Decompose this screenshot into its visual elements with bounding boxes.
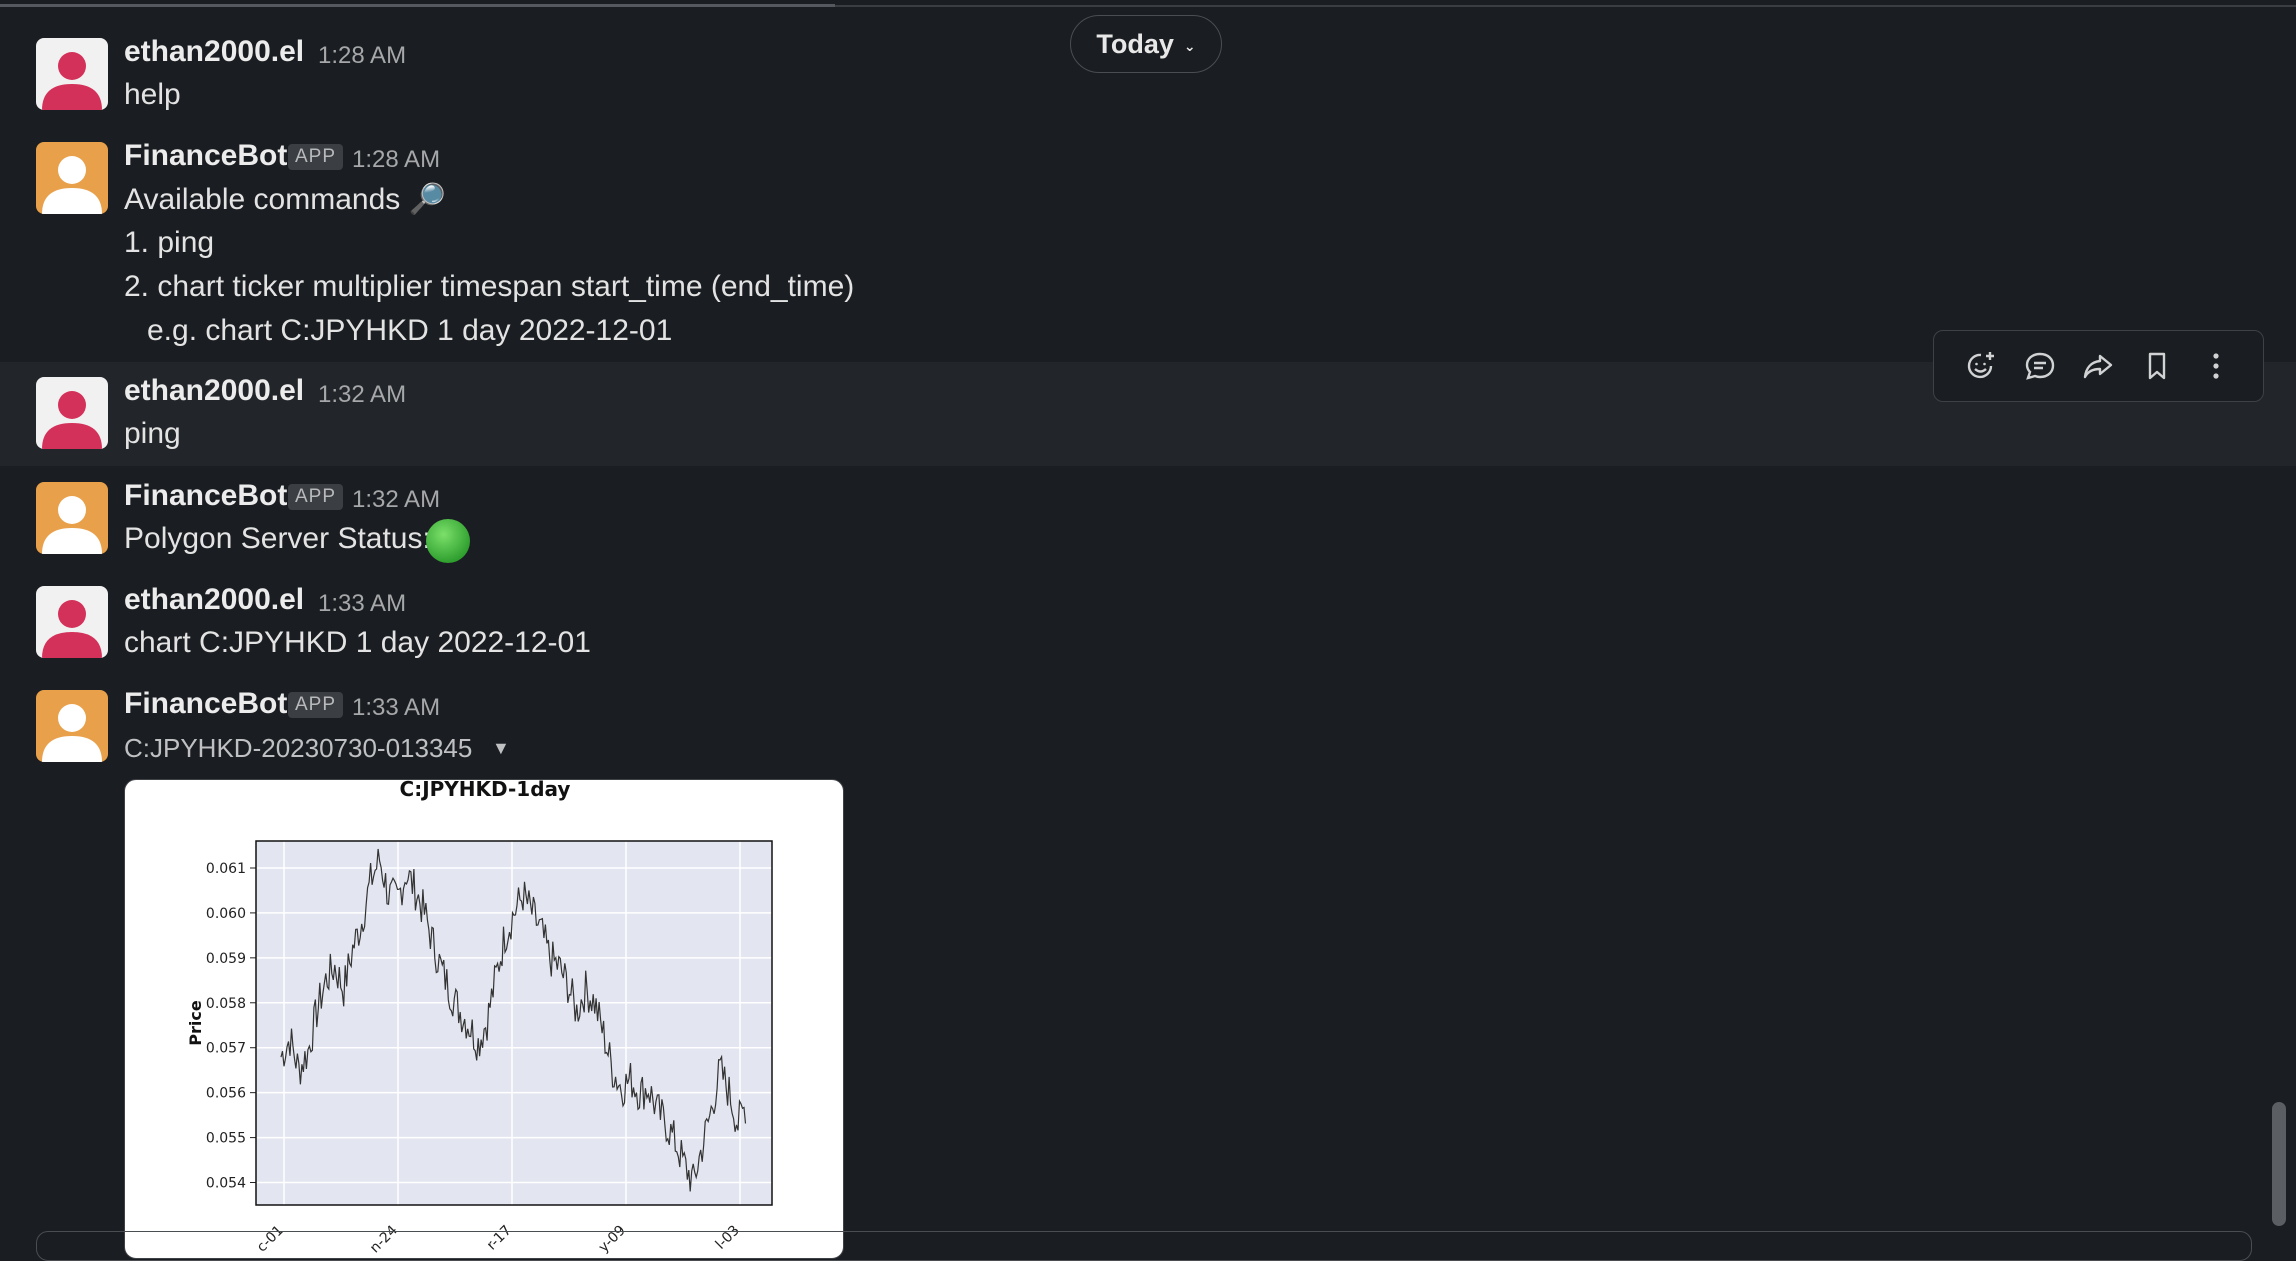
- add-reaction-icon[interactable]: [1959, 344, 2003, 388]
- user-avatar-icon: [42, 52, 102, 110]
- message-author[interactable]: FinanceBot: [124, 687, 287, 721]
- y-tick-label: 0.057: [206, 1041, 246, 1057]
- app-badge: APP: [288, 484, 344, 510]
- green-circle-icon: [426, 519, 470, 563]
- chart-image[interactable]: c-01 n-24 r-17 y-09 l-03 0.061 0.060 0.059 0.058…: [124, 779, 844, 1259]
- message-time[interactable]: 1:28 AM: [318, 42, 406, 70]
- avatar[interactable]: [36, 482, 108, 554]
- y-tick-label: 0.054: [206, 1176, 246, 1192]
- message-author[interactable]: FinanceBot: [124, 139, 287, 173]
- message-composer[interactable]: [36, 1231, 2252, 1261]
- message-time[interactable]: 1:33 AM: [318, 590, 406, 618]
- plot-area: [256, 841, 772, 1205]
- message-author[interactable]: FinanceBot: [124, 479, 287, 513]
- app-badge: APP: [288, 692, 344, 718]
- caret-down-icon[interactable]: ▼: [492, 738, 510, 759]
- app-badge: APP: [288, 144, 344, 170]
- bot-avatar-icon: [42, 156, 102, 214]
- message: FinanceBot APP 1:33 AM: [0, 682, 2296, 782]
- user-avatar-icon: [42, 391, 102, 449]
- price-chart: c-01 n-24 r-17 y-09 l-030.0610.0600.0590.058…: [186, 780, 773, 1256]
- y-tick-label: 0.056: [206, 1086, 246, 1102]
- message: ethan2000.el 1:28 AM help: [0, 30, 2296, 120]
- message-time[interactable]: 1:33 AM: [352, 694, 440, 722]
- message-time[interactable]: 1:32 AM: [318, 381, 406, 409]
- bot-avatar-icon: [42, 704, 102, 762]
- avatar[interactable]: [36, 38, 108, 110]
- y-axis-label: Price: [186, 1000, 205, 1046]
- more-actions-icon[interactable]: [2194, 344, 2238, 388]
- message-text: 2. chart ticker multiplier timespan star…: [124, 270, 855, 303]
- message-author[interactable]: ethan2000.el: [124, 374, 304, 408]
- scrollbar[interactable]: [2272, 1102, 2286, 1226]
- message-actions-toolbar: [1933, 330, 2264, 402]
- avatar[interactable]: [36, 377, 108, 449]
- message-text: help: [124, 78, 181, 111]
- reply-thread-icon[interactable]: [2018, 344, 2062, 388]
- message-text: ping: [124, 417, 181, 450]
- message-text: e.g. chart C:JPYHKD 1 day 2022-12-01: [147, 314, 673, 347]
- user-avatar-icon: [42, 600, 102, 658]
- message: FinanceBot APP 1:28 AM Available command…: [0, 134, 2296, 354]
- message-author[interactable]: ethan2000.el: [124, 35, 304, 69]
- y-tick-label: 0.058: [206, 996, 246, 1012]
- message-time[interactable]: 1:32 AM: [352, 486, 440, 514]
- message-time[interactable]: 1:28 AM: [352, 146, 440, 174]
- message: FinanceBot APP 1:32 AM Polygon Server St…: [0, 474, 2296, 574]
- chart-title: C:JPYHKD-1day: [400, 780, 571, 801]
- top-divider-highlight: [0, 4, 835, 7]
- bot-avatar-icon: [42, 496, 102, 554]
- y-tick-label: 0.061: [206, 861, 246, 877]
- message-author[interactable]: ethan2000.el: [124, 583, 304, 617]
- message: ethan2000.el 1:33 AM chart C:JPYHKD 1 da…: [0, 578, 2296, 678]
- message-text: chart C:JPYHKD 1 day 2022-12-01: [124, 626, 591, 659]
- forward-icon[interactable]: [2076, 344, 2120, 388]
- message-text: Polygon Server Status:: [124, 522, 431, 555]
- message-text: Available commands 🔎: [124, 183, 446, 216]
- avatar[interactable]: [36, 690, 108, 762]
- bookmark-icon[interactable]: [2135, 344, 2179, 388]
- attachment-file-name[interactable]: C:JPYHKD-20230730-013345: [124, 733, 472, 764]
- y-tick-label: 0.059: [206, 951, 246, 967]
- y-tick-label: 0.060: [206, 906, 246, 922]
- message-text: 1. ping: [124, 226, 215, 259]
- y-tick-label: 0.055: [206, 1131, 246, 1147]
- avatar[interactable]: [36, 142, 108, 214]
- avatar[interactable]: [36, 586, 108, 658]
